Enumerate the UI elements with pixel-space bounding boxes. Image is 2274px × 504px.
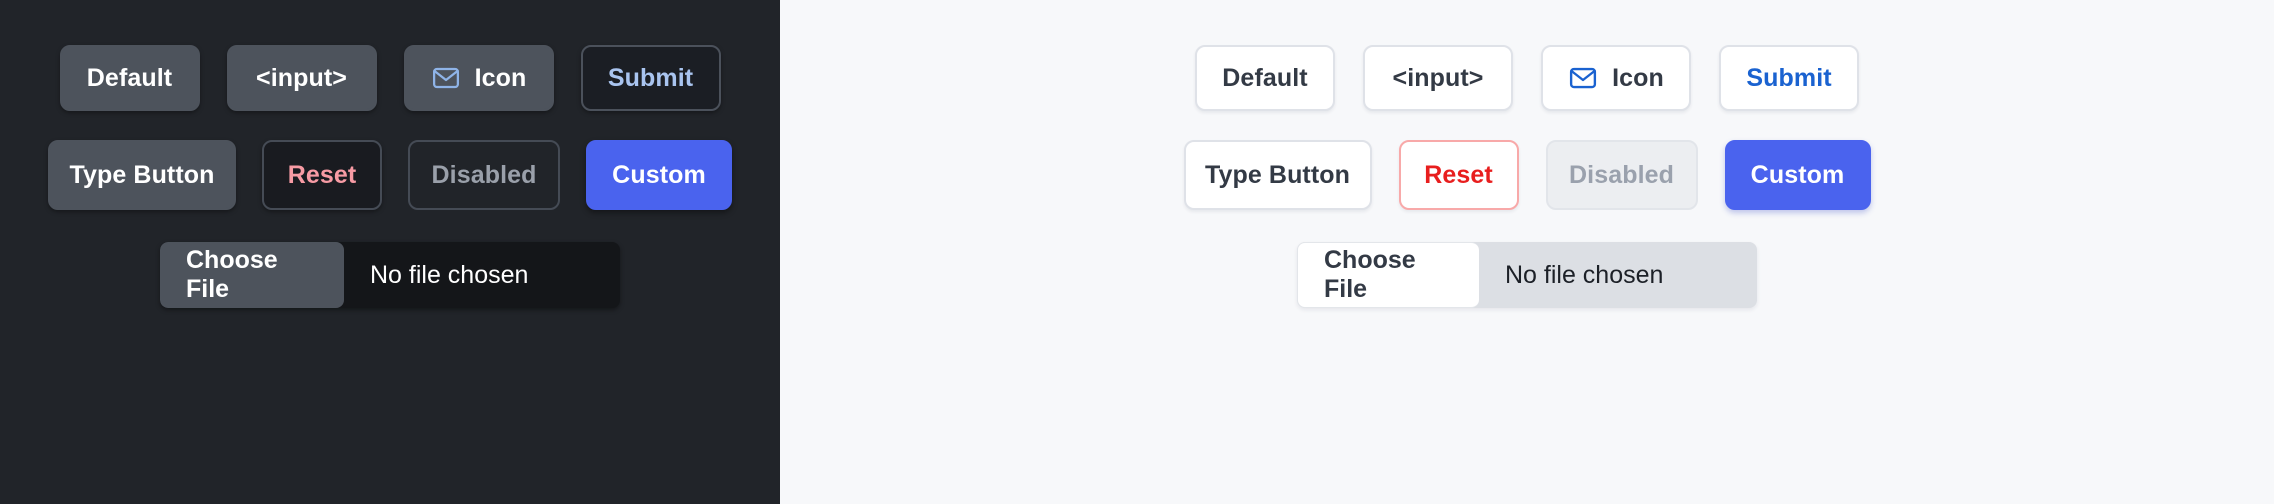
- icon-button-label: Icon: [474, 63, 527, 92]
- file-input[interactable]: Choose File No file chosen: [160, 242, 620, 308]
- dark-button-row-1: Default <input> Icon Submit: [59, 45, 721, 111]
- light-theme-panel: Default <input> Icon Submit Type Button …: [780, 0, 2274, 504]
- envelope-icon: [1568, 63, 1598, 93]
- dark-button-row-2: Type Button Reset Disabled Custom: [48, 140, 732, 210]
- submit-button[interactable]: Submit: [580, 45, 721, 111]
- default-button[interactable]: Default: [59, 45, 200, 111]
- icon-button[interactable]: Icon: [403, 45, 554, 111]
- file-status-label: No file chosen: [1505, 260, 1664, 289]
- file-input[interactable]: Choose File No file chosen: [1297, 242, 1757, 308]
- type-button[interactable]: Type Button: [48, 140, 236, 210]
- reset-button[interactable]: Reset: [262, 140, 382, 210]
- icon-button[interactable]: Icon: [1541, 45, 1691, 111]
- envelope-icon: [431, 63, 461, 93]
- disabled-button: Disabled: [1545, 140, 1698, 210]
- dark-file-input-row: Choose File No file chosen: [160, 242, 620, 308]
- icon-button-label: Icon: [1612, 63, 1664, 92]
- custom-button[interactable]: Custom: [1724, 140, 1871, 210]
- input-button[interactable]: <input>: [1363, 45, 1513, 111]
- light-button-row-1: Default <input> Icon Submit: [1195, 45, 1859, 111]
- disabled-button: Disabled: [408, 140, 560, 210]
- reset-button[interactable]: Reset: [1398, 140, 1519, 210]
- dark-theme-panel: Default <input> Icon Submit Type Button …: [0, 0, 780, 504]
- submit-button[interactable]: Submit: [1719, 45, 1859, 111]
- choose-file-button[interactable]: Choose File: [1297, 242, 1479, 308]
- input-button[interactable]: <input>: [226, 45, 377, 111]
- file-status-label: No file chosen: [370, 260, 529, 289]
- custom-button[interactable]: Custom: [586, 140, 732, 210]
- light-button-row-2: Type Button Reset Disabled Custom: [1183, 140, 1871, 210]
- type-button[interactable]: Type Button: [1183, 140, 1372, 210]
- button-showcase: Default <input> Icon Submit Type Button …: [0, 0, 2274, 504]
- default-button[interactable]: Default: [1195, 45, 1335, 111]
- light-file-input-row: Choose File No file chosen: [1297, 242, 1757, 308]
- choose-file-button[interactable]: Choose File: [160, 242, 344, 308]
